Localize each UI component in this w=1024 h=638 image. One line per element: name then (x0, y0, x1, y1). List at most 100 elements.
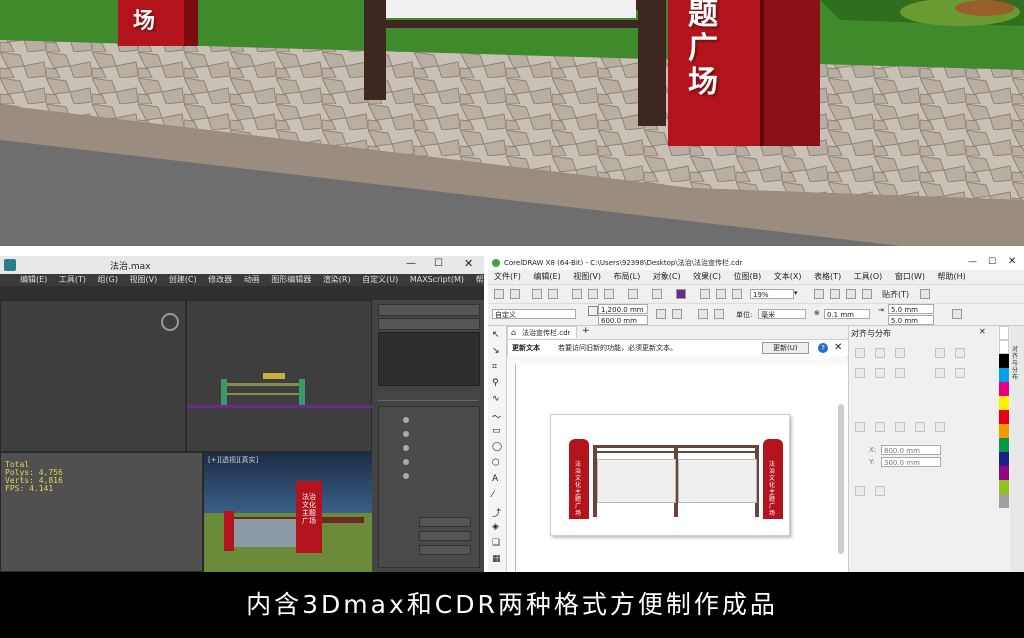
cdr-maximize-icon[interactable]: ☐ (988, 257, 996, 267)
cdr-minimize-icon[interactable]: — (968, 257, 977, 267)
search-content-icon[interactable] (676, 289, 690, 299)
page-edge-icon[interactable] (875, 422, 889, 432)
align-top-icon[interactable] (855, 368, 869, 378)
swatch-blue[interactable] (999, 452, 1009, 466)
duplicate-y-field[interactable]: 5.0 mm (888, 315, 934, 325)
cdr-close-icon[interactable]: ✕ (1008, 256, 1016, 267)
align-bottom-icon[interactable] (895, 368, 909, 378)
max-menu-render[interactable]: 渲染(R) (323, 275, 351, 284)
max-menu-customize[interactable]: 自定义(U) (362, 275, 398, 284)
cdr-menu-text[interactable]: 文本(X) (774, 272, 802, 281)
home-icon[interactable]: ⌂ (511, 327, 516, 339)
distribute-left-icon[interactable] (935, 348, 949, 358)
cdr-menu-help[interactable]: 帮助(H) (938, 272, 966, 281)
undo-icon[interactable] (628, 289, 642, 299)
portrait-icon[interactable] (656, 309, 670, 319)
drawing-canvas[interactable]: 法治文化主题广场 法治文化主题广场 (516, 364, 848, 572)
viewcube-icon[interactable] (161, 313, 179, 331)
redo-icon[interactable] (652, 289, 666, 299)
cdr-menu-layout[interactable]: 布局(L) (614, 272, 641, 281)
drop-shadow-icon[interactable]: ❏ (492, 538, 500, 548)
snap-to-button[interactable]: 贴齐(T) (882, 289, 909, 300)
zoom-tool-icon[interactable]: ⚲ (492, 378, 499, 388)
swatch-green[interactable] (999, 438, 1009, 452)
current-page-icon[interactable] (714, 309, 728, 319)
swatch-cyan[interactable] (999, 368, 1009, 382)
grid-icon[interactable] (915, 422, 929, 432)
text-align-left-icon[interactable] (855, 486, 869, 496)
swatch-gray[interactable] (999, 494, 1009, 508)
swatch-lime[interactable] (999, 480, 1009, 494)
full-screen-icon[interactable] (814, 289, 828, 299)
rectangle-tool-icon[interactable]: ▭ (492, 426, 501, 436)
duplicate-x-field[interactable]: 5.0 mm (888, 304, 934, 314)
publish-pdf-icon[interactable] (732, 289, 746, 299)
swatch-purple[interactable] (999, 466, 1009, 480)
cdr-menu-edit[interactable]: 编辑(E) (533, 272, 560, 281)
page-preset-select[interactable]: 自定义 (492, 309, 576, 319)
text-align-right-icon[interactable] (875, 486, 889, 496)
parameters-rollout[interactable] (378, 406, 480, 568)
smart-fill-icon[interactable]: ▦ (492, 554, 501, 564)
max-menu-view[interactable]: 视图(V) (130, 275, 158, 284)
import-icon[interactable] (700, 289, 714, 299)
viewport-front[interactable] (186, 300, 373, 452)
page-width-field[interactable]: 1,200.0 mm (598, 304, 648, 314)
paste-icon[interactable] (604, 289, 618, 299)
treat-as-filled-icon[interactable] (952, 309, 966, 319)
pick-tool-icon[interactable]: ↖ (492, 330, 500, 340)
cdr-menu-tools[interactable]: 工具(O) (854, 272, 883, 281)
max-menu-graph-editors[interactable]: 图形编辑器 (271, 275, 311, 284)
polygon-tool-icon[interactable]: ⬡ (492, 458, 500, 468)
connector-tool-icon[interactable]: ⤴ (492, 506, 501, 519)
max-menu-modifiers[interactable]: 修改器 (208, 275, 232, 284)
swatch-yellow[interactable] (999, 396, 1009, 410)
docker-tabs[interactable]: 对齐与分布 (1010, 326, 1024, 572)
crop-tool-icon[interactable]: ⌗ (492, 362, 497, 372)
vertical-scrollbar[interactable] (838, 404, 844, 554)
cut-icon[interactable] (572, 289, 586, 299)
show-guidelines-icon[interactable] (862, 289, 876, 299)
object-name-field[interactable] (378, 304, 480, 316)
align-right-icon[interactable] (895, 348, 909, 358)
artistic-media-icon[interactable]: 〜 (492, 410, 501, 423)
swatch-none[interactable] (999, 326, 1009, 340)
docker-x-field[interactable]: 800.0 mm (881, 445, 941, 455)
help-icon[interactable]: ? (818, 343, 828, 353)
options-gear-icon[interactable] (920, 289, 934, 299)
max-menu-edit[interactable]: 编辑(E) (20, 275, 47, 284)
swatch-red[interactable] (999, 410, 1009, 424)
ellipse-tool-icon[interactable]: ◯ (492, 442, 502, 452)
cdr-menu-window[interactable]: 窗口(W) (895, 272, 925, 281)
freehand-tool-icon[interactable]: ∿ (492, 394, 500, 404)
landscape-icon[interactable] (672, 309, 686, 319)
docker-close-icon[interactable]: ✕ (979, 327, 986, 336)
export-icon[interactable] (716, 289, 730, 299)
distribute-middle-icon[interactable] (955, 368, 969, 378)
align-center-icon[interactable] (875, 348, 889, 358)
cdr-menu-object[interactable]: 对象(C) (653, 272, 681, 281)
page-center-icon[interactable] (895, 422, 909, 432)
max-menu-create[interactable]: 创建(C) (169, 275, 197, 284)
cdr-menu-bitmaps[interactable]: 位图(B) (734, 272, 762, 281)
copy-icon[interactable] (588, 289, 602, 299)
max-menu-group[interactable]: 组(G) (98, 275, 118, 284)
close-icon[interactable]: ✕ (464, 257, 473, 270)
swatch-white[interactable] (999, 340, 1009, 354)
specified-point-icon[interactable] (935, 422, 949, 432)
open-icon[interactable] (510, 289, 524, 299)
nudge-field[interactable]: 0.1 mm (824, 309, 870, 319)
shape-tool-icon[interactable]: ↘ (492, 346, 500, 356)
cdr-menu-table[interactable]: 表格(T) (814, 272, 841, 281)
align-left-icon[interactable] (855, 348, 869, 358)
distribute-center-icon[interactable] (955, 348, 969, 358)
distribute-top-icon[interactable] (935, 368, 949, 378)
active-objects-icon[interactable] (855, 422, 869, 432)
max-menu-help[interactable]: 帮助(H) (476, 275, 484, 284)
swatch-magenta[interactable] (999, 382, 1009, 396)
swatch-black[interactable] (999, 354, 1009, 368)
text-tool-icon[interactable]: A (492, 474, 498, 484)
max-menu-animation[interactable]: 动画 (244, 275, 260, 284)
show-grid-icon[interactable] (846, 289, 860, 299)
modifier-list[interactable] (378, 318, 480, 330)
